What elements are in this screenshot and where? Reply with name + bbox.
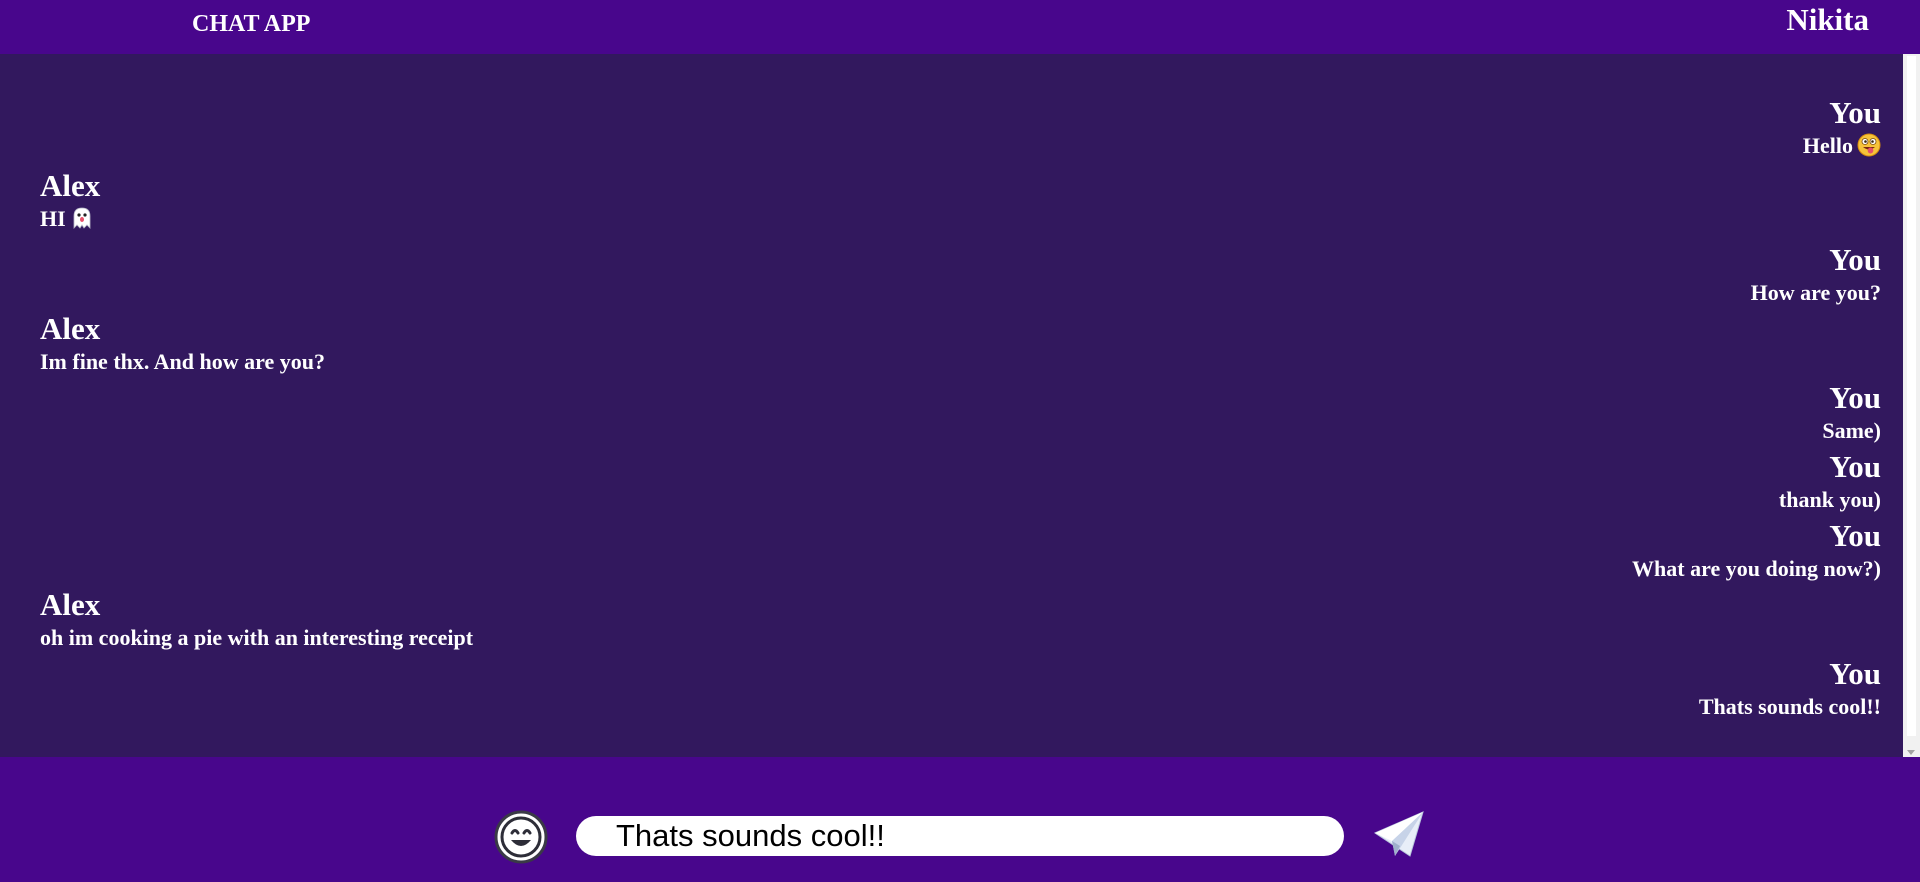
message-text: Same) <box>1822 418 1881 443</box>
scroll-down-arrow-icon[interactable] <box>1907 750 1915 755</box>
current-user-name: Nikita <box>1786 2 1869 37</box>
app-title: CHAT APP <box>192 11 311 37</box>
message-sender: Alex <box>40 587 101 622</box>
message-item: Alex oh im cooking a pie with an interes… <box>40 587 473 653</box>
message-item: Alex Im fine thx. And how are you? <box>40 311 325 377</box>
message-text: Im fine thx. And how are you? <box>40 349 326 374</box>
smiley-face-icon <box>494 810 548 864</box>
message-item: You Thats sounds cool!! <box>1699 656 1881 722</box>
message-item: You What are you doing now?) <box>1632 518 1881 584</box>
message-text: thank you) <box>1778 487 1881 512</box>
message-item: You thank you) <box>1779 449 1881 515</box>
message-sender: You <box>1829 449 1881 484</box>
message-list[interactable]: You Hello Alex HI You How are you? Alex … <box>0 54 1903 757</box>
chat-scrollbar[interactable] <box>1903 54 1920 757</box>
message-sender: You <box>1829 656 1881 691</box>
message-text: oh im cooking a pie with an interesting … <box>40 625 474 650</box>
message-sender: You <box>1829 380 1881 415</box>
message-text: How are you? <box>1750 280 1881 305</box>
scrollbar-thumb[interactable] <box>1907 56 1916 736</box>
message-text-row: Hello <box>1803 131 1881 165</box>
face-with-tongue-emoji <box>1857 133 1881 165</box>
message-sender: You <box>1829 242 1881 277</box>
message-item: You How are you? <box>1751 242 1881 308</box>
message-sender: You <box>1829 95 1881 130</box>
message-text: Hello <box>1802 133 1853 158</box>
message-item: Alex HI <box>40 168 100 238</box>
ghost-emoji <box>70 206 94 238</box>
message-sender: Alex <box>40 311 101 346</box>
emoji-picker-button[interactable] <box>494 810 548 864</box>
message-text: What are you doing now?) <box>1632 556 1881 581</box>
message-item: You Same) <box>1822 380 1881 446</box>
message-text: Thats sounds cool!! <box>1698 694 1881 719</box>
message-sender: You <box>1829 518 1881 553</box>
send-button[interactable] <box>1372 808 1426 862</box>
top-bar: CHAT APP Nikita <box>0 0 1920 54</box>
paper-plane-icon <box>1373 811 1424 857</box>
message-input[interactable] <box>576 816 1344 856</box>
message-sender: Alex <box>40 168 101 203</box>
message-item: You Hello <box>1803 95 1881 165</box>
message-text-row: HI <box>40 204 100 238</box>
message-text: HI <box>40 206 66 231</box>
